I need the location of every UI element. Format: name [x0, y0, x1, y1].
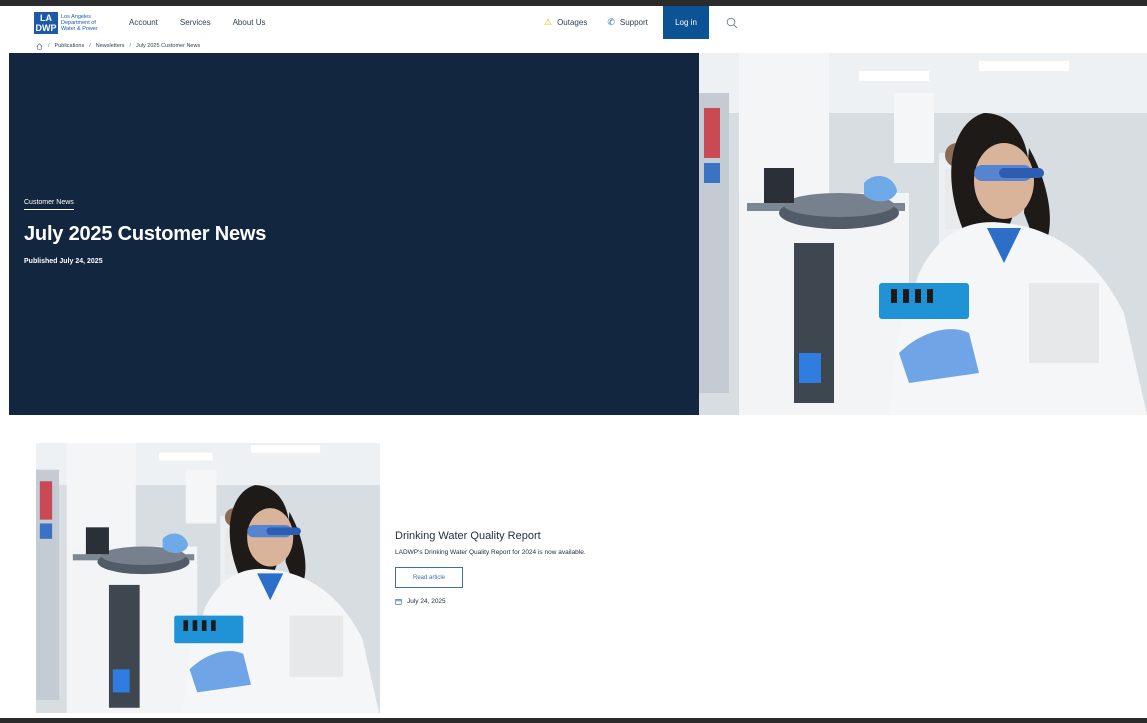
nav-account[interactable]: Account [129, 18, 158, 27]
read-article-button[interactable]: Read article [395, 567, 463, 588]
search-icon [726, 17, 738, 28]
ladwp-logo[interactable]: LA DWP Los Angeles Department of Water &… [34, 11, 105, 34]
nav-services[interactable]: Services [180, 18, 211, 27]
breadcrumb: / Publications / Newsletters / July 2025… [8, 39, 1147, 53]
scientist-in-lab-photo [36, 443, 380, 713]
article-date: July 24, 2025 [395, 598, 895, 605]
home-icon[interactable] [36, 42, 43, 50]
hero-published-date: Published July 24, 2025 [24, 258, 103, 265]
calendar-icon [395, 599, 402, 605]
login-button[interactable]: Log in [663, 6, 709, 39]
logo-mark-la: LA [40, 12, 52, 23]
article-title[interactable]: Drinking Water Quality Report [395, 530, 895, 542]
article-card: Drinking Water Quality Report LADWP's Dr… [36, 443, 1116, 713]
scientist-in-lab-photo [699, 53, 1147, 415]
hero-title: July 2025 Customer News [24, 223, 267, 245]
article-description: LADWP's Drinking Water Quality Report fo… [395, 549, 586, 556]
breadcrumb-current-page: July 2025 Customer News [136, 43, 201, 49]
breadcrumb-publications[interactable]: Publications [55, 43, 85, 49]
article-image[interactable] [36, 443, 380, 713]
main-nav: Account Services About Us [129, 18, 288, 27]
article-body: Drinking Water Quality Report LADWP's Dr… [395, 530, 895, 605]
hero-banner: Customer News July 2025 Customer News Pu… [9, 53, 1147, 415]
site-header: LA DWP Los Angeles Department of Water &… [8, 6, 1147, 39]
support-link[interactable]: ✆ Support [607, 17, 648, 28]
outages-link[interactable]: ⚠ Outages [544, 17, 587, 28]
logo-mark-dwp: DWP [35, 22, 57, 33]
ladwp-logo-mark: LA DWP [34, 11, 58, 34]
bottom-border [0, 718, 1147, 723]
support-label: Support [619, 18, 648, 27]
hero-image [699, 53, 1147, 415]
utility-nav: ⚠ Outages ✆ Support [544, 6, 668, 39]
breadcrumb-newsletters[interactable]: Newsletters [96, 43, 125, 49]
logo-text: Los Angeles Department of Water & Power [61, 13, 98, 32]
breadcrumb-separator: / [129, 43, 131, 49]
breadcrumb-separator: / [89, 43, 91, 49]
hero-text-panel: Customer News July 2025 Customer News Pu… [9, 53, 699, 415]
hero-category-link[interactable]: Customer News [24, 199, 74, 210]
phone-icon: ✆ [607, 17, 615, 27]
nav-about-us[interactable]: About Us [233, 18, 266, 27]
warning-triangle-icon: ⚠ [544, 17, 553, 27]
article-date-text: July 24, 2025 [407, 598, 446, 605]
outages-label: Outages [557, 18, 588, 27]
breadcrumb-separator: / [48, 43, 50, 49]
search-button[interactable] [720, 6, 744, 39]
